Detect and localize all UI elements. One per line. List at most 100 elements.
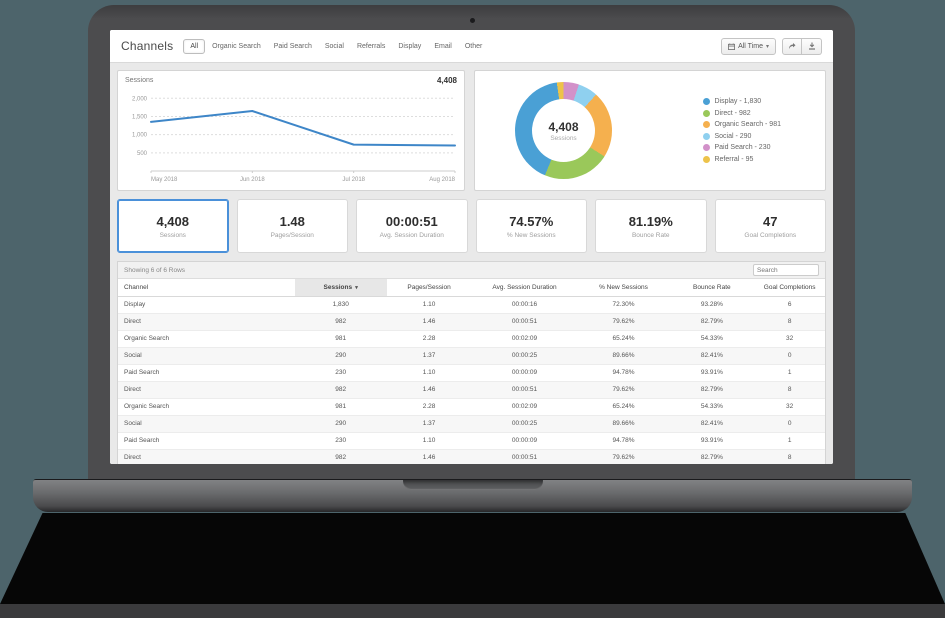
- column-header-channel[interactable]: Channel: [118, 279, 295, 296]
- metric-card-goal-completions[interactable]: 47Goal Completions: [715, 199, 827, 253]
- laptop-base: [33, 479, 912, 512]
- donut-legend: Display - 1,830Direct - 982Organic Searc…: [703, 94, 781, 168]
- table-cell: 00:00:25: [471, 415, 577, 432]
- table-cell: 00:00:25: [471, 347, 577, 364]
- table-cell: 981: [295, 330, 387, 347]
- legend-color-dot: [703, 144, 710, 151]
- column-header-avg-session-duration[interactable]: Avg. Session Duration: [471, 279, 577, 296]
- table-cell: 290: [295, 415, 387, 432]
- legend-label: Paid Search - 230: [714, 144, 770, 151]
- donut-total-value: 4,408: [548, 120, 578, 134]
- metric-card-new-sessions[interactable]: 74.57%% New Sessions: [476, 199, 588, 253]
- table-row-organic-search: Organic Search9812.2800:02:0965.24%54.33…: [118, 330, 825, 347]
- table-cell: 94.78%: [578, 432, 670, 449]
- metric-card-avg-session-duration[interactable]: 00:00:51Avg. Session Duration: [356, 199, 468, 253]
- svg-text:May 2018: May 2018: [151, 177, 178, 183]
- table-cell: Paid Search: [118, 364, 295, 381]
- table-cell: Social: [118, 347, 295, 364]
- sessions-line-chart: 5001,0001,5002,000May 2018Jun 2018Jul 20…: [125, 85, 457, 185]
- metric-value: 4,408: [156, 214, 189, 229]
- table-cell: 982: [295, 381, 387, 398]
- table-cell: 82.41%: [669, 347, 754, 364]
- table-cell: 8: [754, 313, 825, 330]
- svg-text:2,000: 2,000: [132, 96, 148, 102]
- calendar-icon: [728, 43, 735, 50]
- table-cell: Social: [118, 415, 295, 432]
- table-cell: 54.33%: [669, 398, 754, 415]
- table-cell: 93.28%: [669, 296, 754, 313]
- table-cell: 00:00:51: [471, 449, 577, 464]
- metric-value: 81.19%: [629, 214, 673, 229]
- table-search-input[interactable]: [753, 264, 819, 276]
- svg-text:Jun 2018: Jun 2018: [240, 177, 265, 183]
- metric-label: Sessions: [160, 232, 186, 239]
- tab-organic-search[interactable]: Organic Search: [206, 40, 267, 53]
- metric-cards-row: 4,408 Sessions 1.48 Pages/Session 00:00:51Av…: [117, 199, 826, 253]
- download-icon: [808, 42, 816, 50]
- line-chart-header: Sessions 4,408: [125, 76, 457, 85]
- table-cell: 1.46: [387, 381, 472, 398]
- table-cell: 1: [754, 432, 825, 449]
- table-row-social: Social2901.3700:00:2589.66%82.41%0: [118, 347, 825, 364]
- table-cell: 89.66%: [578, 347, 670, 364]
- table-cell: 65.24%: [578, 398, 670, 415]
- metric-card-bounce-rate[interactable]: 81.19%Bounce Rate: [595, 199, 707, 253]
- table-cell: 00:00:09: [471, 364, 577, 381]
- legend-color-dot: [703, 156, 710, 163]
- metric-label: Avg. Session Duration: [380, 232, 444, 239]
- legend-item-direct: Direct - 982: [703, 110, 781, 117]
- tab-all[interactable]: All: [183, 39, 205, 54]
- channels-table: ChannelSessions▾Pages/SessionAvg. Sessio…: [118, 279, 825, 464]
- legend-item-referral: Referral - 95: [703, 156, 781, 163]
- tab-paid-search[interactable]: Paid Search: [268, 40, 318, 53]
- metric-card-sessions[interactable]: 4,408 Sessions: [117, 199, 229, 253]
- table-cell: 00:00:09: [471, 432, 577, 449]
- table-cell: 82.79%: [669, 381, 754, 398]
- table-row-organic-search: Organic Search9812.2800:02:0965.24%54.33…: [118, 398, 825, 415]
- table-row-direct: Direct9821.4600:00:5179.62%82.79%8: [118, 449, 825, 464]
- table-cell: 32: [754, 398, 825, 415]
- column-header-sessions[interactable]: Sessions▾: [295, 279, 387, 296]
- table-cell: 0: [754, 415, 825, 432]
- laptop-notch: [403, 480, 543, 490]
- download-button[interactable]: [802, 38, 822, 55]
- sort-descending-icon: ▾: [355, 285, 358, 291]
- svg-text:1,500: 1,500: [132, 114, 148, 120]
- sessions-donut-panel: 4,408 Sessions Display - 1,830Direct - 9…: [474, 70, 826, 191]
- tab-email[interactable]: Email: [428, 40, 458, 53]
- metric-value: 1.48: [280, 214, 305, 229]
- table-cell: 79.62%: [578, 449, 670, 464]
- tab-referrals[interactable]: Referrals: [351, 40, 391, 53]
- table-cell: 1.10: [387, 432, 472, 449]
- column-header-bounce-rate[interactable]: Bounce Rate: [669, 279, 754, 296]
- column-header-pages-session[interactable]: Pages/Session: [387, 279, 472, 296]
- header-icon-buttons: [782, 38, 822, 55]
- table-cell: Organic Search: [118, 330, 295, 347]
- table-cell: Direct: [118, 381, 295, 398]
- sessions-line-chart-panel: Sessions 4,408 5001,0001,5002,000May 201…: [117, 70, 465, 191]
- table-cell: 1: [754, 364, 825, 381]
- table-cell: 00:02:09: [471, 330, 577, 347]
- table-cell: 982: [295, 313, 387, 330]
- share-button[interactable]: [782, 38, 802, 55]
- table-cell: 8: [754, 381, 825, 398]
- metric-label: Pages/Session: [271, 232, 314, 239]
- column-header-new-sessions[interactable]: % New Sessions: [578, 279, 670, 296]
- legend-item-display: Display - 1,830: [703, 98, 781, 105]
- metric-card-pages-session[interactable]: 1.48 Pages/Session: [237, 199, 349, 253]
- chevron-down-icon: ▾: [766, 43, 769, 50]
- table-cell: 54.33%: [669, 330, 754, 347]
- tab-social[interactable]: Social: [319, 40, 350, 53]
- table-cell: 0: [754, 347, 825, 364]
- legend-label: Social - 290: [714, 133, 751, 140]
- tab-other[interactable]: Other: [459, 40, 489, 53]
- header-controls: All Time ▾: [721, 38, 822, 55]
- table-cell: 1.37: [387, 347, 472, 364]
- column-header-goal-completions[interactable]: Goal Completions: [754, 279, 825, 296]
- table-cell: 79.62%: [578, 313, 670, 330]
- dashboard-content: Sessions 4,408 5001,0001,5002,000May 201…: [110, 63, 833, 464]
- tab-display[interactable]: Display: [392, 40, 427, 53]
- table-cell: 72.30%: [578, 296, 670, 313]
- table-cell: 230: [295, 432, 387, 449]
- date-range-button[interactable]: All Time ▾: [721, 38, 776, 55]
